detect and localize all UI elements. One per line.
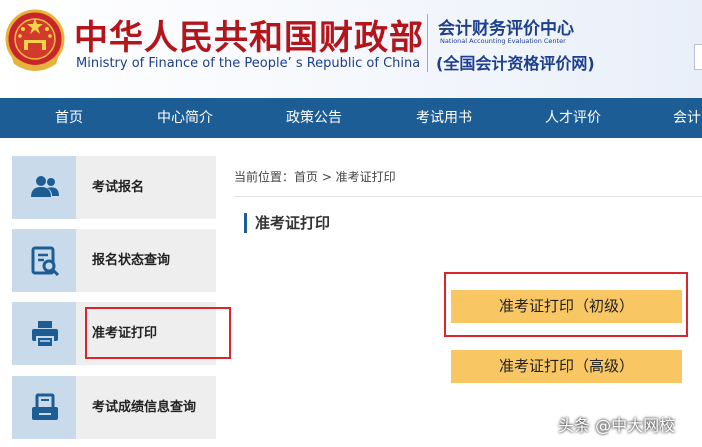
sidebar-item-label: 报名状态查询 bbox=[92, 253, 171, 268]
print-senior-button[interactable]: 准考证打印（高级） bbox=[451, 350, 682, 383]
search-input[interactable] bbox=[694, 44, 702, 70]
nav-item-books[interactable]: 考试用书 bbox=[416, 98, 472, 138]
print-junior-button[interactable]: 准考证打印（初级） bbox=[451, 290, 682, 323]
watermark: 头条 @中大网校 bbox=[558, 416, 676, 435]
nav-item-policy[interactable]: 政策公告 bbox=[286, 98, 342, 138]
national-emblem-icon bbox=[5, 9, 65, 71]
header-divider bbox=[427, 14, 428, 72]
center-name-cn: 会计财务评价中心 bbox=[438, 19, 574, 39]
page-title: 准考证打印 bbox=[244, 213, 330, 233]
site-header: 中华人民共和国财政部 Ministry of Finance of the Pe… bbox=[0, 0, 702, 98]
score-query-icon bbox=[32, 393, 58, 420]
center-name-en: National Accounting Evaluation Center bbox=[440, 37, 566, 45]
site-title-cn: 中华人民共和国财政部 bbox=[74, 18, 424, 58]
nav-item-about[interactable]: 中心简介 bbox=[157, 98, 213, 138]
highlight-box-sidebar bbox=[85, 307, 231, 359]
users-icon bbox=[31, 176, 59, 197]
breadcrumb: 当前位置：首页 > 准考证打印 bbox=[234, 170, 396, 184]
sidebar-item-label: 考试成绩信息查询 bbox=[92, 400, 197, 415]
nav-item-accounting[interactable]: 会计 bbox=[673, 98, 701, 138]
nav-item-talent[interactable]: 人才评价 bbox=[545, 98, 601, 138]
main-nav: 首页 中心简介 政策公告 考试用书 人才评价 会计 bbox=[0, 98, 702, 138]
sidebar-item-label: 考试报名 bbox=[92, 180, 145, 195]
sidebar-item-score-query[interactable]: 考试成绩信息查询 bbox=[12, 376, 216, 439]
search-document-icon bbox=[31, 246, 60, 276]
center-subtitle: (全国会计资格评价网) bbox=[436, 54, 595, 73]
site-title-en: Ministry of Finance of the People’ s Rep… bbox=[76, 56, 421, 71]
printer-icon bbox=[32, 321, 58, 348]
sidebar-item-status-query[interactable]: 报名状态查询 bbox=[12, 229, 216, 292]
breadcrumb-divider bbox=[234, 196, 702, 197]
nav-item-home[interactable]: 首页 bbox=[55, 98, 83, 138]
sidebar-item-registration[interactable]: 考试报名 bbox=[12, 156, 216, 219]
